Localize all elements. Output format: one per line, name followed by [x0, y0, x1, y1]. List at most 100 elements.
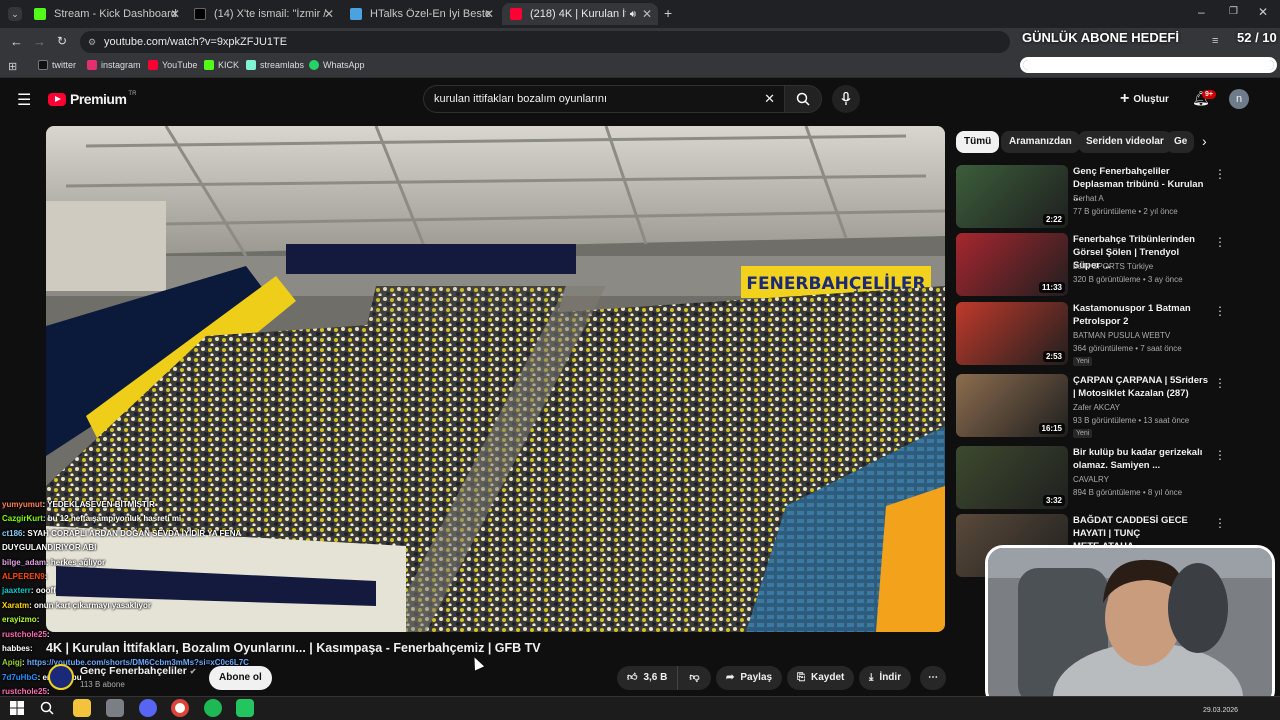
- audio-icon[interactable]: 🔊︎: [630, 9, 636, 20]
- recommendation-channel[interactable]: CAVALRY: [1073, 475, 1109, 484]
- spotify-icon[interactable]: [204, 699, 222, 717]
- recommendation-title[interactable]: Bir kulüp bu kadar gerizekalı olamaz. Sa…: [1073, 446, 1208, 472]
- recommendation-card[interactable]: 11:33 Fenerbahçe Tribünlerinden Görsel Şö…: [956, 233, 1226, 297]
- channel-name[interactable]: Genç Fenerbahçeliler ✔: [80, 665, 196, 677]
- tab-list-icon[interactable]: ≡: [1212, 35, 1218, 47]
- video-thumbnail[interactable]: 2:22: [956, 165, 1068, 228]
- more-vertical-icon[interactable]: ⋮: [1214, 516, 1226, 530]
- recommendation-card[interactable]: 2:53 Kastamonuspor 1 Batman Petrolspor 2 B…: [956, 302, 1226, 366]
- search-icon: [40, 701, 54, 715]
- recommendation-channel[interactable]: BATMAN PUSULA WEBTV: [1073, 331, 1170, 340]
- more-actions-button[interactable]: ⋯: [920, 666, 946, 690]
- search-input[interactable]: kurulan ittifakları bozalım oyunlarını ✕: [423, 85, 788, 113]
- menu-icon[interactable]: ☰: [17, 90, 31, 110]
- chrome-icon[interactable]: [171, 699, 189, 717]
- tab-x-post[interactable]: (14) X'te ismail: "İzmir / Bakırçe ✕: [186, 3, 340, 25]
- chevron-right-icon[interactable]: ›: [1202, 133, 1207, 149]
- new-tab-button[interactable]: +: [664, 5, 672, 21]
- close-icon[interactable]: ✕: [484, 7, 494, 21]
- apps-grid-icon[interactable]: ⊞: [8, 60, 17, 73]
- more-vertical-icon[interactable]: ⋮: [1214, 376, 1226, 390]
- like-button[interactable]: 👍︎ 3,6 B: [617, 666, 677, 690]
- voice-search-button[interactable]: [832, 85, 860, 113]
- site-info-icon[interactable]: ⚙: [88, 31, 96, 53]
- recommendation-channel[interactable]: Zafer AKCAY: [1073, 403, 1120, 412]
- chat-username: yumyumut: [2, 500, 43, 509]
- discord-icon[interactable]: [139, 699, 157, 717]
- search-icon: [796, 92, 810, 106]
- new-badge: Yeni: [1073, 429, 1093, 438]
- file-explorer-icon[interactable]: [73, 699, 91, 717]
- back-icon[interactable]: ←: [10, 34, 23, 49]
- clear-search-icon[interactable]: ✕: [764, 86, 775, 112]
- close-icon[interactable]: ✕: [642, 7, 652, 21]
- video-thumbnail[interactable]: 11:33: [956, 233, 1068, 296]
- save-button[interactable]: ⎘ Kaydet: [787, 666, 855, 690]
- restore-icon[interactable]: ❐: [1229, 6, 1238, 17]
- video-thumbnail[interactable]: 16:15: [956, 374, 1068, 437]
- search-button[interactable]: [784, 85, 822, 113]
- youtube-logo[interactable]: Premium TR: [48, 91, 136, 107]
- chip-more[interactable]: Ge: [1166, 131, 1194, 153]
- recommendation-card[interactable]: 3:32 Bir kulüp bu kadar gerizekalı olamaz…: [956, 446, 1226, 510]
- tab-kick-dashboard[interactable]: Stream - Kick Dashboard ✕: [26, 3, 186, 25]
- more-vertical-icon[interactable]: ⋮: [1214, 235, 1226, 249]
- dislike-button[interactable]: 👎︎: [677, 666, 711, 690]
- channel-name-text: Genç Fenerbahçeliler: [80, 665, 187, 677]
- share-button[interactable]: ➦ Paylaş: [716, 666, 783, 690]
- chat-username: bilge_adam: [2, 557, 47, 567]
- bookmark-twitter[interactable]: twitter: [38, 60, 76, 70]
- more-vertical-icon[interactable]: ⋮: [1214, 304, 1226, 318]
- address-bar[interactable]: ⚙ youtube.com/watch?v=9xpkZFJU1TE: [80, 31, 1010, 53]
- video-thumbnail[interactable]: 2:53: [956, 302, 1068, 365]
- tab-htalks[interactable]: HTalks Özel-En İyi Beste Kimde ✕: [342, 3, 500, 25]
- tab-youtube-video[interactable]: (218) 4K | Kurulan İttifakları 🔊︎ ✕: [502, 3, 658, 25]
- reload-icon[interactable]: ↻: [57, 34, 67, 48]
- chat-username: ct186: [2, 528, 23, 538]
- download-button[interactable]: ⤓ İndir: [859, 666, 912, 690]
- subscribe-button[interactable]: Abone ol: [209, 666, 272, 690]
- video-thumbnail[interactable]: 3:32: [956, 446, 1068, 509]
- htalks-icon: [350, 8, 362, 20]
- recommendation-card[interactable]: 16:15 ÇARPAN ÇARPANA | 5Sriders | Motosik…: [956, 374, 1226, 438]
- forward-icon[interactable]: →: [33, 34, 46, 49]
- bookmark-youtube[interactable]: YouTube: [148, 60, 197, 70]
- windows-logo-icon: [10, 701, 24, 715]
- create-button[interactable]: + Oluştur: [1120, 88, 1169, 110]
- kick-app-icon[interactable]: [236, 699, 254, 717]
- subscriber-goal-bar: [1020, 57, 1277, 73]
- chip-all[interactable]: Tümü: [956, 131, 1000, 153]
- bookmark-instagram[interactable]: instagram: [87, 60, 141, 70]
- more-vertical-icon[interactable]: ⋮: [1214, 167, 1226, 181]
- notification-badge: 9+: [1202, 90, 1216, 99]
- chip-series[interactable]: Seriden videolar: [1078, 131, 1172, 153]
- minimize-icon[interactable]: –: [1198, 5, 1205, 19]
- recommendation-card[interactable]: 2:22 Genç Fenerbahçeliler Deplasman tribü…: [956, 165, 1226, 229]
- recommendation-channel[interactable]: Serhat A: [1073, 194, 1104, 203]
- recommendation-title[interactable]: ÇARPAN ÇARPANA | 5Sriders | Motosiklet K…: [1073, 374, 1208, 400]
- tab-search-button[interactable]: ⌄: [8, 7, 22, 21]
- bookmark-kick[interactable]: KICK: [204, 60, 239, 70]
- windows-start-icon[interactable]: [8, 699, 26, 717]
- recommendation-channel[interactable]: beIN SPORTS Türkiye: [1073, 262, 1153, 271]
- bookmark-streamlabs[interactable]: streamlabs: [246, 60, 304, 70]
- taskbar-search-icon[interactable]: [38, 699, 56, 717]
- window-close-icon[interactable]: ✕: [1258, 5, 1268, 19]
- avatar[interactable]: n: [1229, 89, 1249, 109]
- close-icon[interactable]: ✕: [324, 7, 334, 21]
- chat-text: DUYGULANDIRIYOR ABI: [2, 543, 97, 553]
- steam-icon[interactable]: [106, 699, 124, 717]
- chat-text: YEDEKLASEVEN BİTMİŞTİR: [47, 500, 155, 509]
- close-icon[interactable]: ✕: [170, 7, 180, 21]
- more-vertical-icon[interactable]: ⋮: [1214, 448, 1226, 462]
- video-duration: 3:32: [1042, 495, 1065, 506]
- bookmark-whatsapp[interactable]: WhatsApp: [309, 60, 365, 70]
- video-player[interactable]: FENERBAHÇELİLER: [46, 126, 945, 632]
- verified-icon: ✔: [189, 667, 197, 676]
- webcam-overlay: [985, 545, 1275, 708]
- chip-from-search[interactable]: Aramanızdan: [1001, 131, 1080, 153]
- channel-avatar[interactable]: [48, 664, 74, 690]
- save-label: Kaydet: [811, 672, 845, 683]
- recommendation-title[interactable]: Kastamonuspor 1 Batman Petrolspor 2: [1073, 302, 1208, 328]
- logo-text: Premium: [70, 91, 127, 107]
